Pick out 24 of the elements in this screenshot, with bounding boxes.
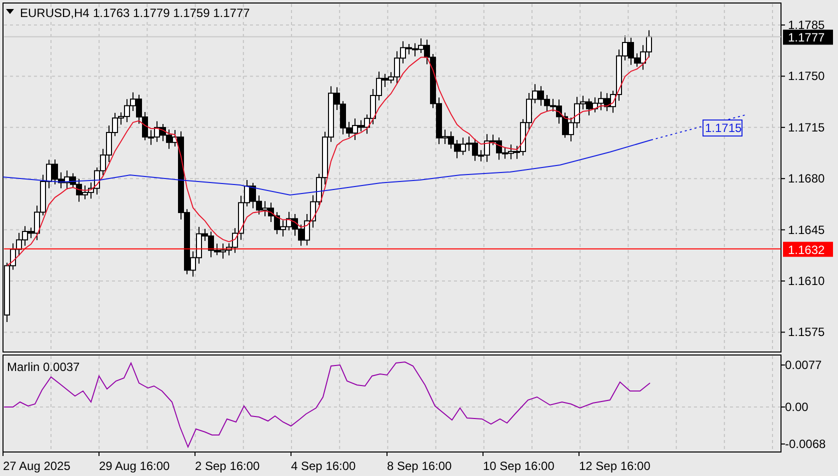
- time-axis-label: 12 Sep 16:00: [579, 459, 650, 473]
- indicator-axis-label: 0.0077: [785, 358, 822, 372]
- time-axis-label: 4 Sep 16:00: [291, 459, 356, 473]
- time-axis-label: 29 Aug 16:00: [99, 459, 170, 473]
- level-price-tag: 1.1632: [783, 242, 833, 257]
- indicator-title: Marlin 0.0037: [7, 360, 80, 374]
- time-axis-label: 10 Sep 16:00: [483, 459, 554, 473]
- indicator-axis-label: -0.0068: [785, 437, 826, 451]
- time-axis-label: 2 Sep 16:00: [195, 459, 260, 473]
- current-price-tag: 1.1777: [783, 30, 833, 45]
- indicator-axis-label: 0.00: [785, 400, 808, 414]
- time-axis-label: 27 Aug 2025: [3, 459, 70, 473]
- ohlc-values: 1.1763 1.1779 1.1759 1.1777: [93, 6, 250, 20]
- price-axis-label: 1.1645: [788, 222, 825, 237]
- price-axis-label: 1.1750: [788, 69, 825, 84]
- symbol-label: EURUSD,H4: [20, 6, 90, 20]
- price-axis-label: 1.1785: [788, 18, 825, 32]
- moving-average-price-tag: 1.1715: [702, 120, 742, 136]
- caret-icon[interactable]: [6, 9, 14, 14]
- time-axis-label: 8 Sep 16:00: [387, 459, 452, 473]
- price-axis-label: 1.1680: [788, 172, 825, 186]
- price-axis-label: 1.1575: [788, 325, 825, 340]
- price-axis-label: 1.1715: [788, 120, 825, 134]
- price-axis-label: 1.1610: [788, 274, 825, 288]
